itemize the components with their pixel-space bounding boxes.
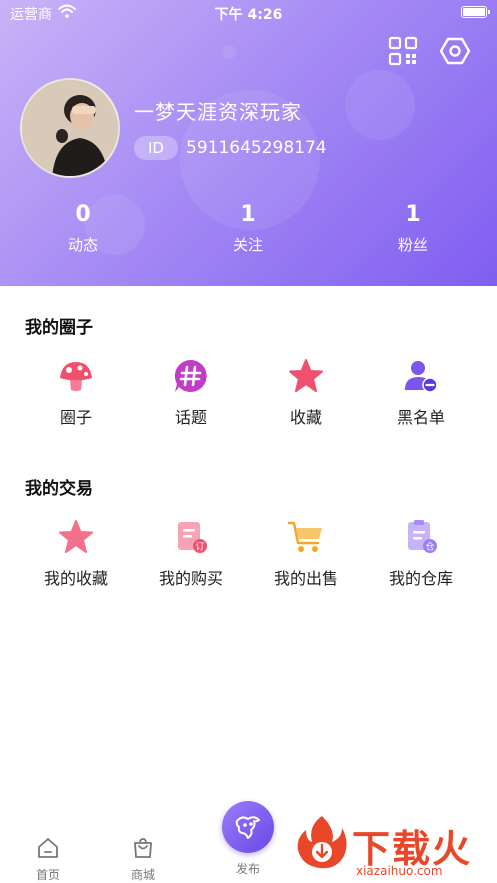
- stat-following-label: 关注: [232, 236, 263, 254]
- background-decoration: [345, 70, 415, 140]
- my-sales-item[interactable]: 我的出售: [246, 519, 366, 589]
- order-doc-icon: 订: [178, 522, 207, 553]
- flame-logo-icon: [297, 816, 347, 869]
- svg-text:订: 订: [195, 542, 204, 553]
- blacklist-item-label: 黑名单: [396, 408, 445, 427]
- id-badge: ID: [134, 136, 178, 160]
- topics-item-label: 话题: [174, 408, 207, 427]
- stat-following[interactable]: 1 关注: [193, 202, 303, 255]
- stat-posts-value: 0: [75, 202, 91, 227]
- stat-followers-value: 1: [405, 202, 421, 227]
- avatar-photo: [22, 80, 118, 176]
- mushroom-icon: [60, 362, 92, 391]
- my-warehouse-item[interactable]: 仓 我的仓库: [361, 519, 481, 589]
- status-time: 下午 4:26: [214, 7, 283, 23]
- status-bar: 运营商 下午 4:26: [0, 0, 497, 26]
- my-warehouse-label: 我的仓库: [388, 569, 453, 588]
- stat-following-value: 1: [240, 202, 256, 227]
- tab-mall-label: 商城: [130, 868, 155, 882]
- stat-followers[interactable]: 1 粉丝: [358, 202, 468, 255]
- my-favorites-label: 我的收藏: [43, 569, 108, 588]
- profile-header: 运营商 下午 4:26 一梦天涯资深玩家 ID 5911645298174 0 …: [0, 0, 497, 286]
- topics-item[interactable]: 话题: [131, 358, 251, 428]
- tab-mall[interactable]: 商城: [113, 836, 173, 883]
- cart-icon: [288, 521, 322, 552]
- trade-section-title: 我的交易: [25, 479, 93, 499]
- tab-home-label: 首页: [35, 868, 60, 882]
- publish-button[interactable]: [222, 801, 274, 853]
- circles-item[interactable]: 圈子: [16, 358, 136, 428]
- stat-posts[interactable]: 0 动态: [28, 202, 138, 255]
- tab-publish-label: 发布: [235, 862, 260, 876]
- stat-followers-label: 粉丝: [397, 236, 428, 254]
- circles-section-title: 我的圈子: [25, 318, 93, 338]
- avatar[interactable]: [20, 78, 120, 178]
- user-id-number: 5911645298174: [186, 138, 327, 158]
- circles-item-label: 圈子: [59, 408, 92, 427]
- settings-icon[interactable]: [440, 36, 470, 66]
- my-purchases-item[interactable]: 订 我的购买: [131, 519, 251, 589]
- shopping-bag-icon: [134, 838, 152, 858]
- hashtag-icon: [174, 359, 207, 392]
- favorites-item-label: 收藏: [289, 408, 322, 427]
- user-block-icon: [405, 361, 438, 393]
- background-decoration: [222, 45, 236, 59]
- home-icon: [38, 838, 58, 858]
- battery-icon: [461, 6, 490, 18]
- favorites-item[interactable]: 收藏: [246, 358, 366, 428]
- star-icon: [59, 520, 93, 553]
- username: 一梦天涯资深玩家: [134, 100, 302, 124]
- my-favorites-item[interactable]: 我的收藏: [16, 519, 136, 589]
- my-purchases-label: 我的购买: [158, 569, 223, 588]
- tab-home[interactable]: 首页: [18, 836, 78, 883]
- star-icon: [289, 359, 323, 392]
- publish-logo-icon: [235, 816, 260, 839]
- stat-posts-label: 动态: [67, 236, 98, 254]
- qr-code-icon[interactable]: [388, 36, 418, 66]
- watermark-url: xiazaihuo.com: [356, 864, 443, 878]
- blacklist-item[interactable]: 黑名单: [361, 358, 481, 428]
- warehouse-doc-icon: 仓: [408, 520, 437, 553]
- svg-text:仓: 仓: [425, 541, 434, 553]
- my-sales-label: 我的出售: [273, 569, 338, 588]
